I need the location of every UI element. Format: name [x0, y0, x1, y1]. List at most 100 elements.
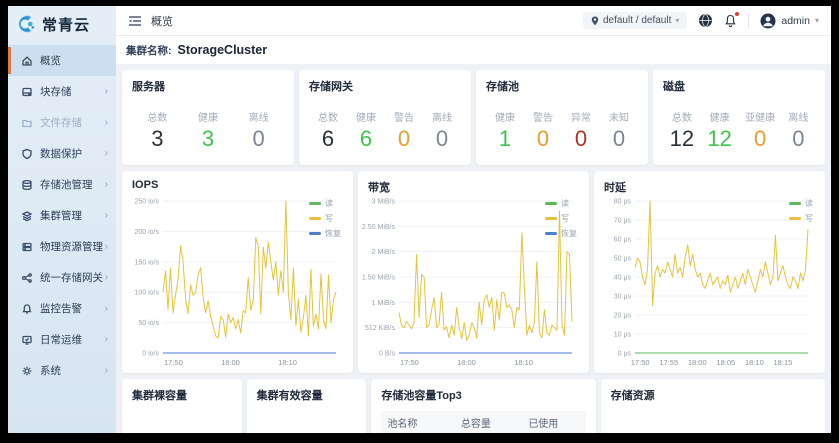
- file-storage-icon: [21, 117, 33, 129]
- legend-dash-icon: [789, 202, 801, 205]
- svg-text:18:00: 18:00: [221, 358, 240, 367]
- divider: [748, 14, 749, 28]
- gateway-icon: [21, 272, 33, 284]
- legend-item[interactable]: 读: [545, 198, 577, 209]
- card-title: 集群有效容量: [257, 387, 357, 403]
- svg-text:3 MiB/s: 3 MiB/s: [372, 199, 396, 206]
- ops-icon: [21, 334, 33, 346]
- sidebar-item-label: 监控告警: [40, 301, 82, 316]
- legend-item[interactable]: 恢复: [545, 228, 577, 239]
- sidebar-item-label: 块存储: [40, 84, 72, 99]
- card-title: 存储网关: [309, 78, 461, 94]
- stat-card-gateways: 存储网关 总数6 健康6 警告0 离线0: [299, 70, 471, 165]
- legend-label: 恢复: [325, 228, 341, 239]
- stat-offline: 离线0: [432, 109, 452, 152]
- effective-capacity-card: 集群有效容量: [247, 379, 367, 433]
- sidebar-item-system[interactable]: 系统 ›: [8, 355, 116, 386]
- sidebar-item-label: 统一存储网关: [40, 270, 103, 285]
- legend-dash-icon: [309, 232, 321, 235]
- notification-bell-icon[interactable]: [724, 14, 737, 28]
- sidebar-item-cluster[interactable]: 集群管理 ›: [8, 200, 116, 231]
- logo: 常青云: [8, 6, 116, 42]
- svg-text:18:00: 18:00: [457, 358, 476, 367]
- physical-resource-icon: [21, 241, 33, 253]
- username: admin: [781, 15, 810, 27]
- storage-pool-icon: [21, 179, 33, 191]
- svg-text:1.50 MiB/s: 1.50 MiB/s: [362, 275, 396, 282]
- table-header-row: 池名称 总容量 已使用: [381, 411, 585, 433]
- region-selector[interactable]: default / default ▾: [583, 12, 687, 29]
- legend-dash-icon: [545, 232, 557, 235]
- pool-capacity-top3-card: 存储池容量Top3 池名称 总容量 已使用 StoragePool: [371, 379, 595, 433]
- cluster-name-label: 集群名称:: [126, 43, 172, 58]
- svg-text:18:10: 18:10: [745, 358, 764, 367]
- legend-item[interactable]: 读: [309, 198, 341, 209]
- svg-text:18:10: 18:10: [278, 358, 297, 367]
- svg-text:0 B/s: 0 B/s: [379, 351, 395, 358]
- sidebar-item-label: 数据保护: [40, 146, 82, 161]
- sidebar-item-unified-gateway[interactable]: 统一存储网关 ›: [8, 262, 116, 293]
- stat-subhealthy: 亚健康0: [745, 109, 775, 152]
- svg-text:2 MiB/s: 2 MiB/s: [372, 249, 396, 256]
- content: 集群名称: StorageCluster 服务器 总数3 健康3 离线0 存储网…: [116, 36, 831, 433]
- svg-text:0 μs: 0 μs: [618, 351, 632, 358]
- svg-text:0 io/s: 0 io/s: [142, 351, 159, 358]
- stat-healthy: 健康6: [356, 109, 376, 152]
- sidebar-item-label: 存储池管理: [40, 177, 93, 192]
- svg-text:17:50: 17:50: [631, 358, 650, 367]
- svg-text:17:50: 17:50: [164, 358, 183, 367]
- sidebar-item-storage-pool[interactable]: 存储池管理 ›: [8, 169, 116, 200]
- brand-name: 常青云: [42, 14, 90, 35]
- svg-text:20 μs: 20 μs: [614, 313, 632, 320]
- legend-item[interactable]: 写: [789, 213, 813, 224]
- raw-capacity-card: 集群裸容量: [122, 379, 242, 433]
- sidebar-item-block-storage[interactable]: 块存储 ›: [8, 76, 116, 107]
- sidebar-item-file-storage[interactable]: 文件存储 ›: [8, 107, 116, 138]
- stat-offline: 离线0: [788, 109, 808, 152]
- card-title: 磁盘: [663, 78, 815, 94]
- column-header-pool-name: 池名称: [381, 411, 455, 433]
- legend-dash-icon: [309, 217, 321, 220]
- storage-resources-card: 存储资源: [601, 379, 825, 433]
- legend-label: 读: [561, 198, 569, 209]
- sidebar-item-physical-resource[interactable]: 物理资源管理 ›: [8, 231, 116, 262]
- sidebar-item-label: 概览: [40, 53, 61, 68]
- sidebar-item-overview[interactable]: 概览: [8, 45, 116, 76]
- chart-legend: 读写: [789, 198, 813, 224]
- chevron-right-icon: ›: [105, 149, 108, 159]
- chevron-right-icon: ›: [105, 211, 108, 221]
- user-menu[interactable]: admin ▾: [760, 13, 819, 29]
- svg-text:17:50: 17:50: [400, 358, 419, 367]
- svg-text:2.50 MiB/s: 2.50 MiB/s: [362, 224, 396, 231]
- legend-item[interactable]: 恢复: [309, 228, 341, 239]
- legend-item[interactable]: 读: [789, 198, 813, 209]
- stat-warning: 警告0: [394, 109, 414, 152]
- svg-text:18:05: 18:05: [716, 358, 735, 367]
- cluster-icon: [21, 210, 33, 222]
- stat-card-pools: 存储池 健康1 警告0 异常0 未知0: [476, 70, 648, 165]
- legend-item[interactable]: 写: [545, 213, 577, 224]
- sidebar-item-monitoring-alarm[interactable]: 监控告警 ›: [8, 293, 116, 324]
- sidebar-item-daily-ops[interactable]: 日常运维 ›: [8, 324, 116, 355]
- sidebar-item-data-protection[interactable]: 数据保护 ›: [8, 138, 116, 169]
- chart-title: IOPS: [132, 179, 343, 191]
- legend-item[interactable]: 写: [309, 213, 341, 224]
- svg-text:18:15: 18:15: [774, 358, 793, 367]
- system-icon: [21, 365, 33, 377]
- legend-dash-icon: [309, 202, 321, 205]
- chevron-right-icon: ›: [105, 87, 108, 97]
- stat-healthy: 健康12: [707, 109, 731, 152]
- svg-text:50 μs: 50 μs: [614, 256, 632, 263]
- cluster-name-value: StorageCluster: [178, 43, 268, 57]
- sidebar-item-label: 文件存储: [40, 115, 82, 130]
- iops-chart-card: IOPS 读写恢复 250 io/s200 io/s150 io/s100 io…: [122, 171, 353, 373]
- stat-card-disks: 磁盘 总数12 健康12 亚健康0 离线0: [653, 70, 825, 165]
- sidebar-collapse-icon[interactable]: [128, 15, 142, 27]
- svg-text:200 io/s: 200 io/s: [134, 229, 159, 236]
- chart-legend: 读写恢复: [545, 198, 577, 239]
- globe-icon[interactable]: [698, 13, 713, 28]
- chevron-right-icon: ›: [105, 273, 108, 283]
- stat-abnormal: 异常0: [571, 109, 591, 152]
- latency-chart: 80 μs70 μs60 μs50 μs40 μs30 μs20 μs10 μs…: [597, 195, 820, 369]
- legend-label: 读: [325, 198, 333, 209]
